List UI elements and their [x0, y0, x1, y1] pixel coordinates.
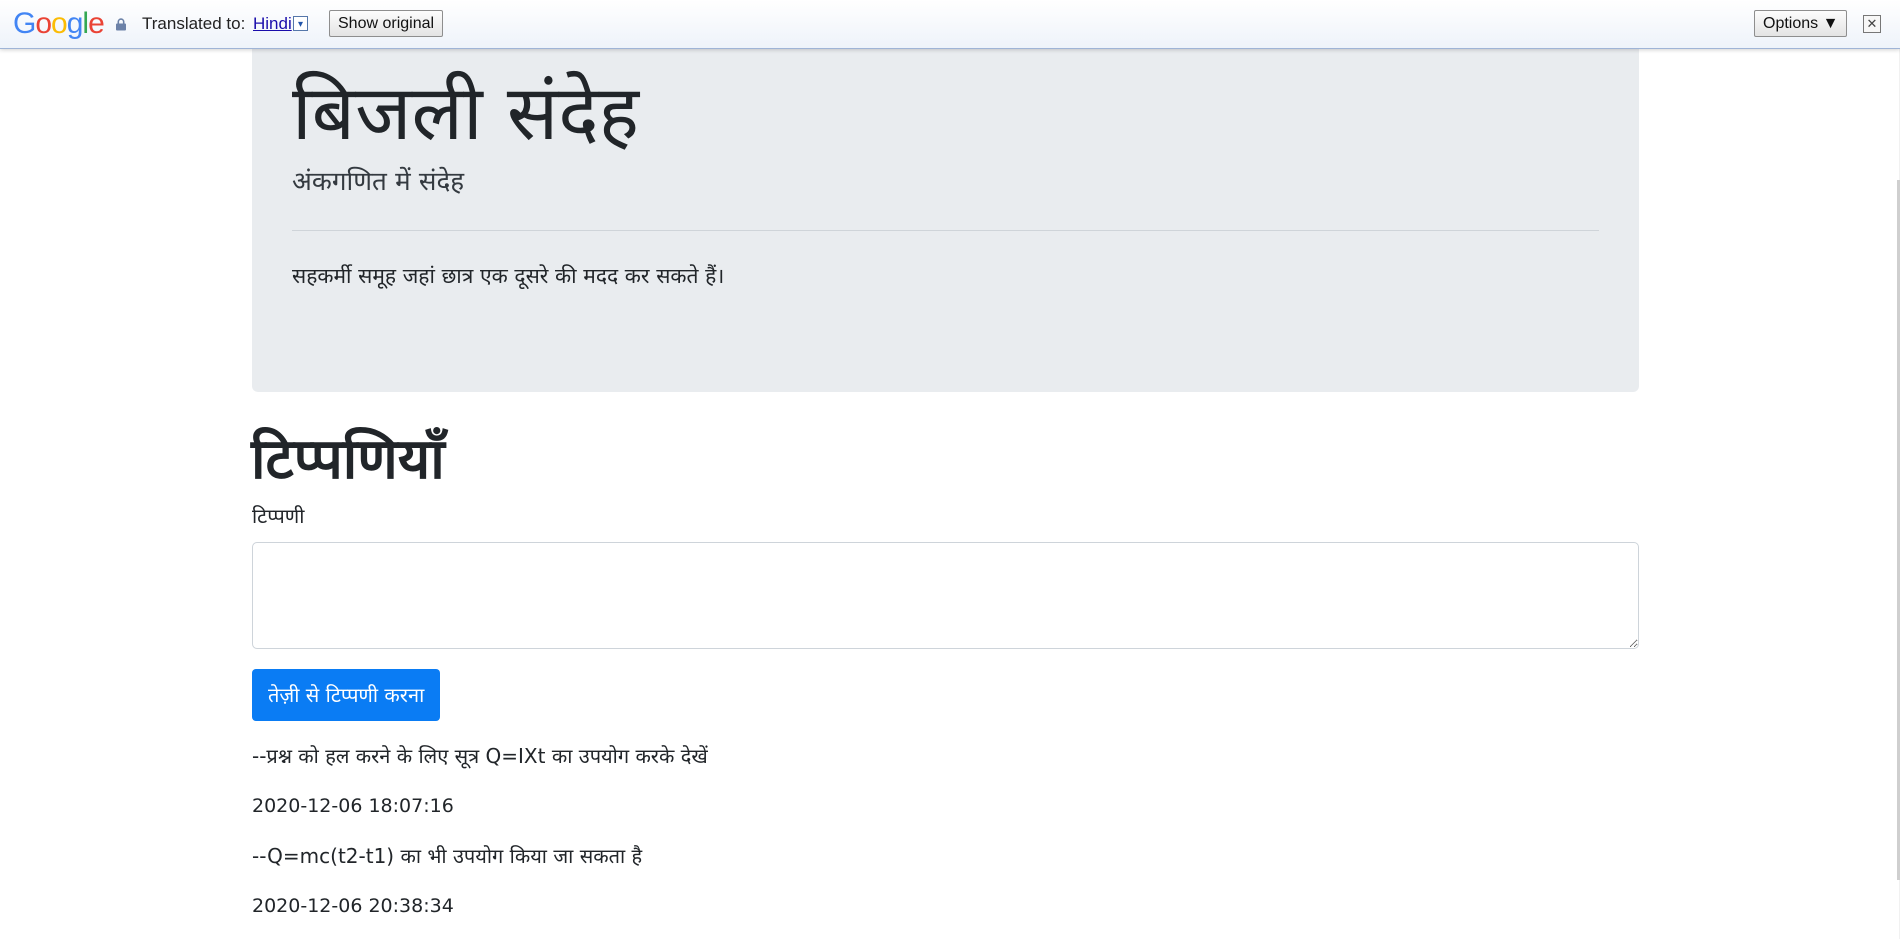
comment-input[interactable] [252, 542, 1639, 649]
page-subtitle: अंकगणित में संदेह [292, 167, 465, 197]
google-logo: Google [13, 7, 105, 40]
language-link[interactable]: Hindi [253, 14, 292, 34]
submit-comment-button[interactable]: तेज़ी से टिप्पणी करना [252, 669, 441, 721]
page-description: सहकर्मी समूह जहां छात्र एक दूसरे की मदद … [292, 264, 725, 288]
comments-heading: टिप्पणियाँ [251, 427, 445, 492]
comment-timestamp: 2020-12-06 20:38:34 [252, 895, 454, 917]
google-logo-letter: e [88, 7, 105, 40]
page-title: बिजली संदेह [292, 68, 639, 157]
google-logo-letter: o [35, 7, 52, 40]
google-logo-letter: g [66, 7, 84, 40]
close-icon[interactable]: ✕ [1863, 15, 1881, 33]
language-dropdown-icon[interactable]: ▾ [293, 16, 308, 31]
google-logo-letter: G [13, 7, 36, 40]
translated-to-label: Translated to: [142, 14, 246, 33]
divider [292, 230, 1599, 231]
comment-text: --प्रश्न को हल करने के लिए सूत्र Q=IXt क… [252, 744, 708, 768]
comment-timestamp: 2020-12-06 18:07:16 [252, 795, 454, 817]
lock-icon [116, 18, 126, 31]
comment-field-label: टिप्पणी [252, 504, 305, 528]
options-button[interactable]: Options ▼ [1754, 10, 1848, 37]
show-original-button[interactable]: Show original [329, 10, 444, 37]
comment-text: --Q=mc(t2-t1) का भी उपयोग किया जा सकता ह… [252, 844, 643, 868]
translate-bar: Google Translated to: Hindi ▾ Show origi… [0, 0, 1900, 49]
google-logo-letter: o [51, 7, 68, 40]
